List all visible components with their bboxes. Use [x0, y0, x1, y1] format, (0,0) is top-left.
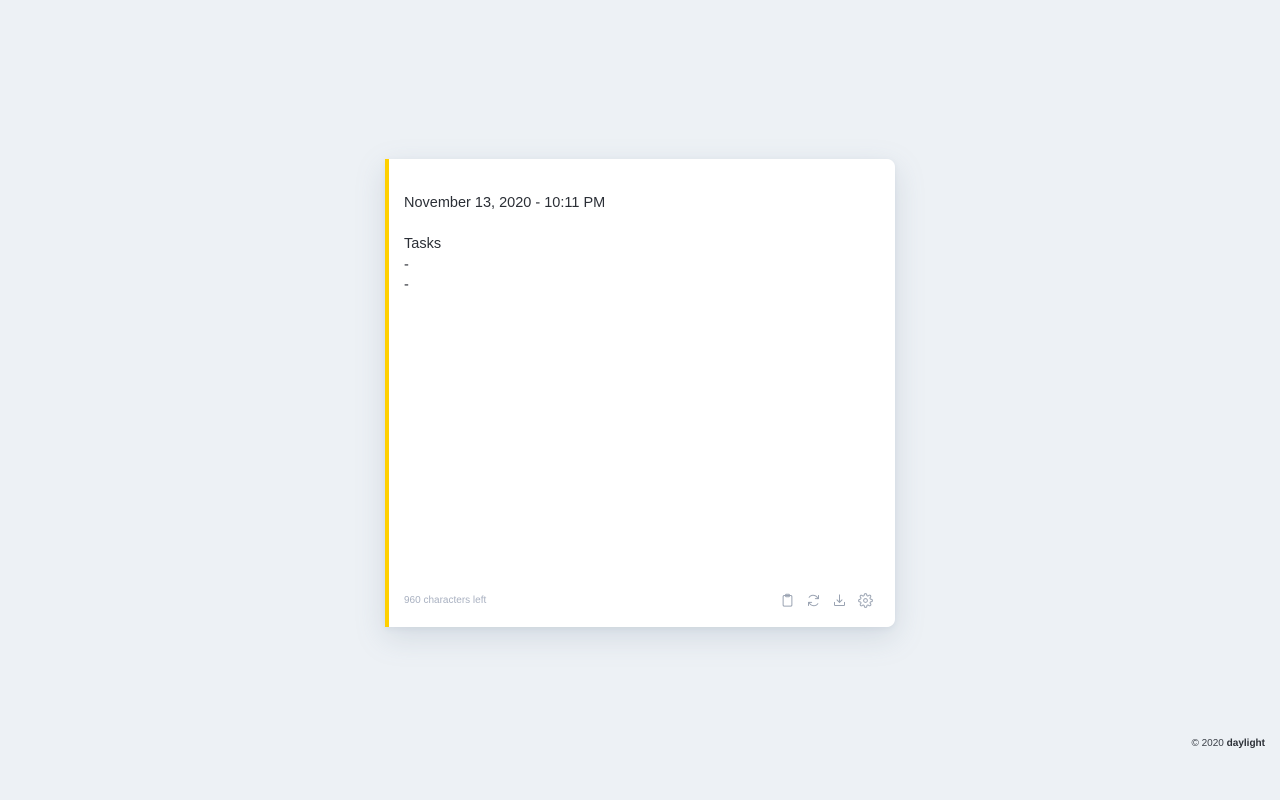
copyright: © 2020 daylight	[1191, 738, 1265, 749]
char-counter: 960 characters left	[404, 594, 487, 606]
note-editor[interactable]: November 13, 2020 - 10:11 PM Tasks - -	[404, 193, 874, 573]
brand-link[interactable]: daylight	[1227, 738, 1265, 749]
gear-icon	[857, 592, 873, 608]
note-toolbar	[779, 592, 873, 608]
refresh-button[interactable]	[805, 592, 821, 608]
clipboard-icon	[782, 593, 792, 607]
settings-button[interactable]	[857, 592, 873, 608]
copy-button[interactable]	[779, 592, 795, 608]
note-accent-bar	[385, 159, 389, 627]
copyright-text: © 2020	[1191, 738, 1224, 749]
note-footer: 960 characters left	[404, 590, 873, 610]
refresh-icon	[807, 594, 819, 606]
download-icon	[833, 593, 845, 606]
download-button[interactable]	[831, 592, 847, 608]
note-card: November 13, 2020 - 10:11 PM Tasks - - 9…	[385, 159, 895, 627]
